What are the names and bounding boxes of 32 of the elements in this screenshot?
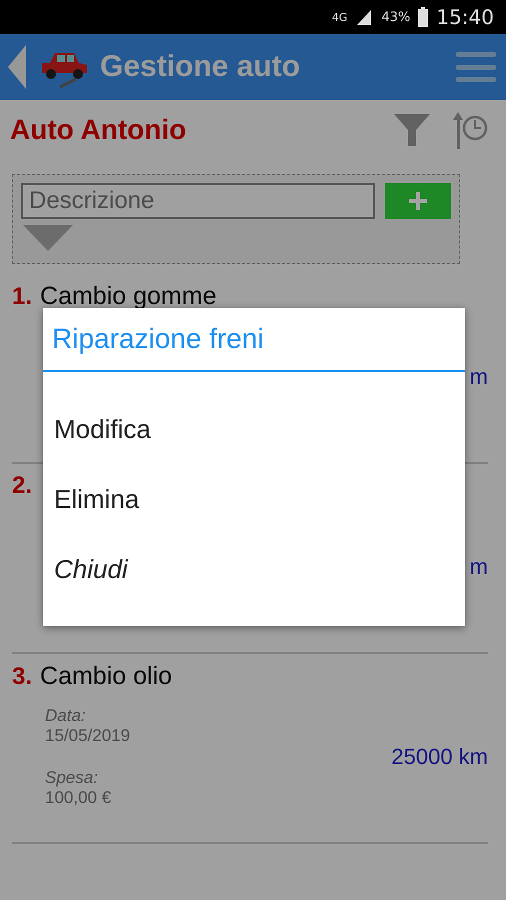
battery-level: 43% [381,10,410,24]
menu-icon[interactable] [456,50,496,84]
menu-item[interactable]: Chiudi [43,534,465,604]
item-title: Cambio gomme [40,282,216,311]
filter-icon[interactable] [392,112,432,148]
app-title: Gestione auto [100,50,302,84]
mileage: m [470,364,488,390]
car-name: Auto Antonio [10,114,188,146]
mileage: 25000 km [391,744,488,770]
item-number: 1. [12,283,32,311]
dropdown-arrow-icon[interactable] [23,225,73,251]
plus-icon [408,192,427,210]
sort-time-icon[interactable] [450,110,490,150]
battery-icon [418,7,428,27]
back-icon[interactable] [6,45,28,89]
date-label: Data: [45,706,87,726]
cost-value: 100,00 € [45,788,112,808]
clock: 15:40 [436,5,494,29]
menu-item[interactable]: Modifica [43,394,465,464]
mileage: m [470,554,488,580]
item-title: Cambio olio [40,662,172,691]
description-field[interactable]: Descrizione [21,183,375,219]
menu-item[interactable]: Elimina [43,464,465,534]
item-number: 2. [12,472,32,500]
network-type: 4G [332,10,348,24]
signal-icon [355,8,374,26]
date-value: 15/05/2019 [45,726,132,746]
list-item[interactable]: 3. Cambio olio Data: 15/05/2019 Spesa: 100,00 € 25000 km [12,654,488,844]
item-number: 3. [12,663,32,691]
cost-label: Spesa: [45,768,99,788]
add-button[interactable] [384,183,451,219]
dialog-title: Riparazione freni [43,308,465,372]
